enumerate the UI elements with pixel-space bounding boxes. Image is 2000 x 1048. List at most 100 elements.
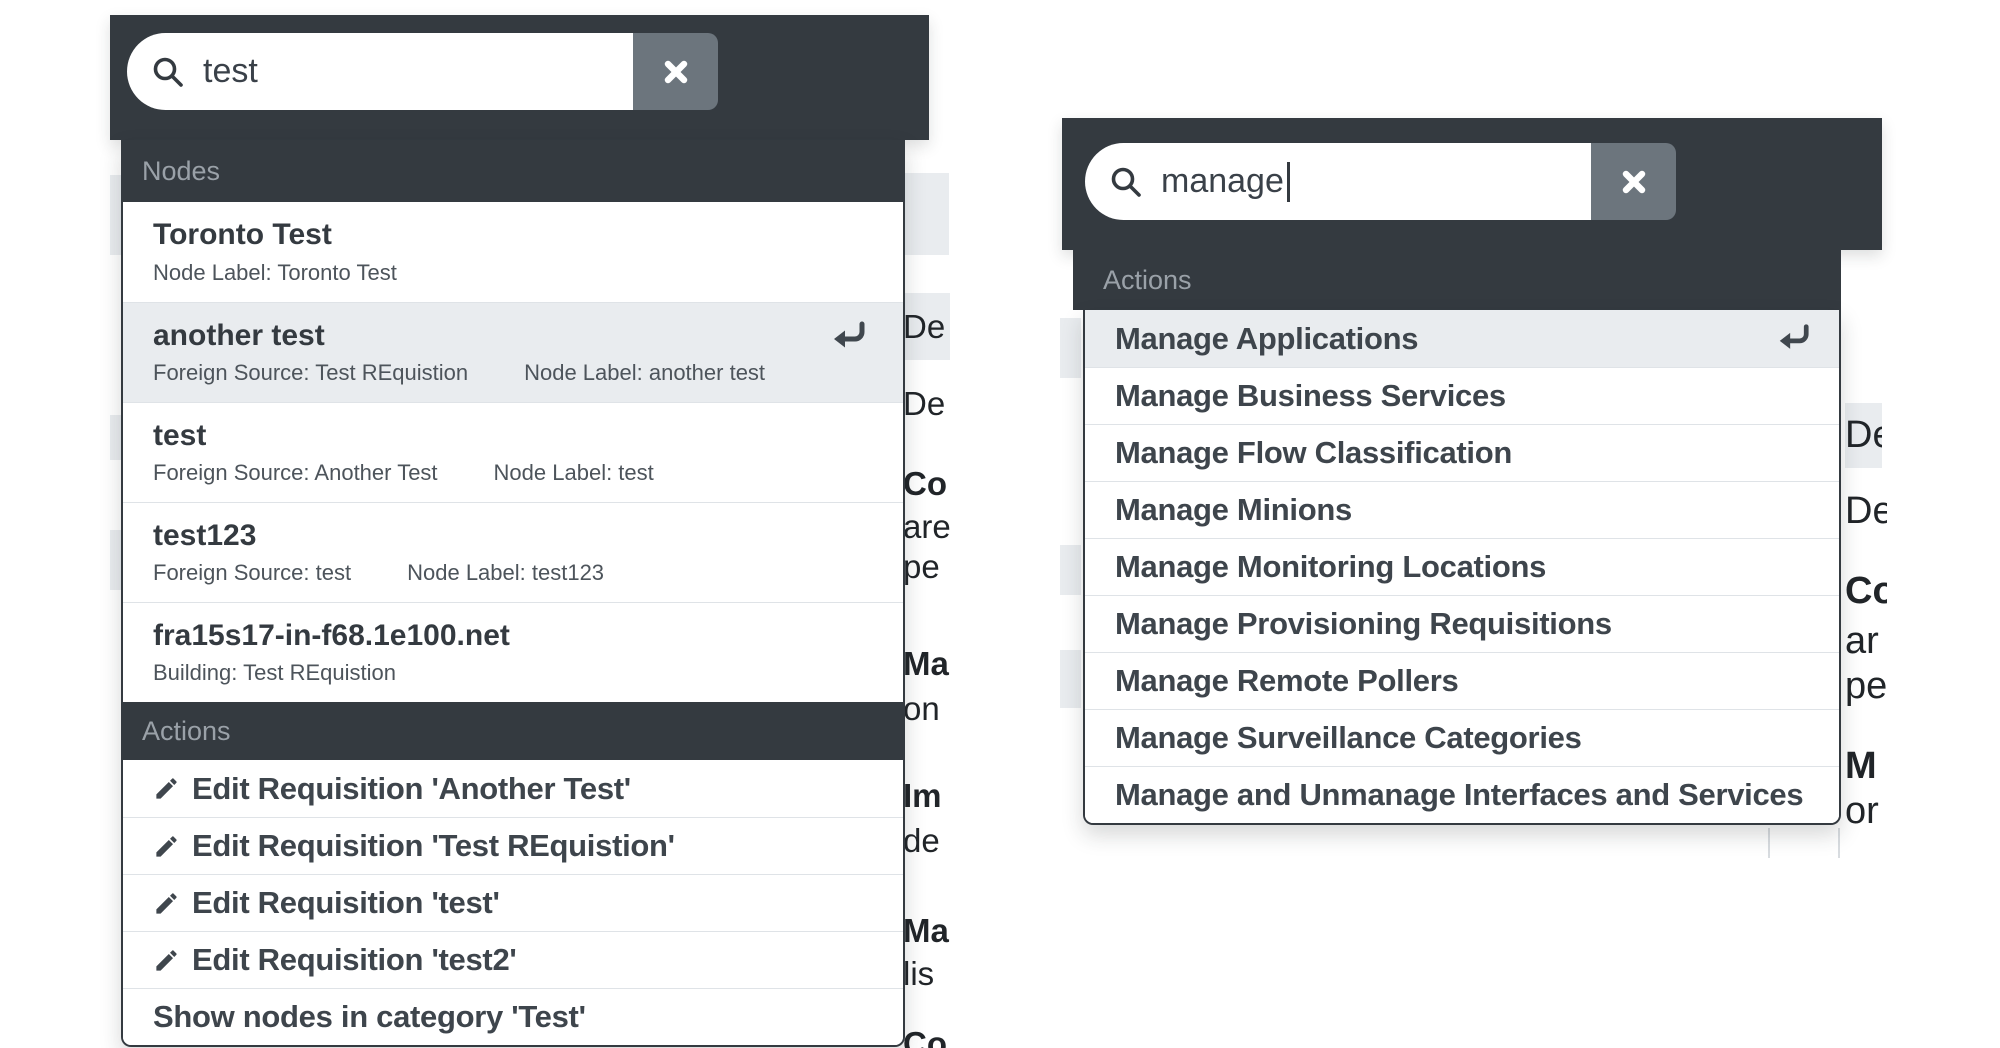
clipped-background-text: M <box>1845 745 1887 789</box>
action-label: Manage Remote Pollers <box>1115 663 1458 699</box>
search-overlays-screenshot: DeDeCoarepeMaonImdeMalisCo DeDeCoarpeMor… <box>0 0 2000 1048</box>
action-result-row[interactable]: Manage and Unmanage Interfaces and Servi… <box>1085 766 1839 823</box>
clipped-background-text: Co <box>903 465 950 503</box>
background-row-sliver <box>903 173 949 255</box>
node-detail: Building: Test REquistion <box>153 660 396 686</box>
clipped-background-text: Ma <box>903 645 950 683</box>
clipped-background-text: Co <box>1845 570 1887 614</box>
left-search-header: test <box>110 15 929 140</box>
node-detail: Node Label: test123 <box>407 560 604 586</box>
clipped-background-text: Ma <box>903 912 950 950</box>
action-result-row[interactable]: Edit Requisition 'Test REquistion' <box>123 817 903 874</box>
right-search-results-dropdown: Manage Applications Manage Business Serv… <box>1083 310 1841 825</box>
actions-section-label: Actions <box>1103 265 1192 296</box>
x-cross-icon <box>661 57 691 87</box>
actions-section-header: Actions <box>122 702 904 760</box>
text-cursor <box>1287 162 1290 202</box>
action-results-list: Manage Applications Manage Business Serv… <box>1085 310 1839 823</box>
background-row-sliver <box>1060 545 1081 595</box>
action-label: Manage and Unmanage Interfaces and Servi… <box>1115 777 1803 813</box>
right-search-box: manage <box>1085 143 1676 220</box>
node-title: test <box>153 419 873 454</box>
action-label: Manage Provisioning Requisitions <box>1115 606 1612 642</box>
action-label: Manage Minions <box>1115 492 1352 528</box>
clipped-background-text: are <box>903 508 950 546</box>
left-search-query: test <box>203 52 258 91</box>
nodes-section-label: Nodes <box>142 156 220 187</box>
clipped-background-text: ar <box>1845 620 1887 664</box>
action-result-row[interactable]: Manage Applications <box>1085 310 1839 367</box>
node-title: fra15s17-in-f68.1e100.net <box>153 619 873 654</box>
clipped-background-text: or <box>1845 790 1887 834</box>
action-label: Manage Monitoring Locations <box>1115 549 1546 585</box>
background-table-border <box>1768 828 1770 858</box>
node-result-row[interactable]: fra15s17-in-f68.1e100.net Building: Test… <box>123 602 903 702</box>
action-label: Edit Requisition 'Test REquistion' <box>192 828 675 864</box>
actions-section-label: Actions <box>142 716 231 747</box>
x-cross-icon <box>1619 167 1649 197</box>
actions-section-header: Actions <box>1073 250 1841 310</box>
right-search-query: manage <box>1161 162 1284 201</box>
action-result-row[interactable]: Show nodes in category 'Test' <box>123 988 903 1045</box>
clipped-background-text: pe <box>903 548 950 586</box>
edit-pencil-icon <box>153 890 180 917</box>
clipped-background-text: lis <box>903 955 950 993</box>
action-result-row[interactable]: Edit Requisition 'Another Test' <box>123 760 903 817</box>
action-result-row[interactable]: Edit Requisition 'test' <box>123 874 903 931</box>
action-label: Edit Requisition 'Another Test' <box>192 771 631 807</box>
action-results-list: Edit Requisition 'Another Test' Edit Req… <box>123 760 903 1045</box>
clipped-background-text: De <box>1845 403 1882 468</box>
action-label: Manage Business Services <box>1115 378 1506 414</box>
search-icon <box>151 55 185 89</box>
return-key-icon <box>1773 322 1813 361</box>
edit-pencil-icon <box>153 947 180 974</box>
node-detail: Foreign Source: Test REquistion <box>153 360 468 386</box>
clipped-background-text: Co <box>903 1025 950 1048</box>
node-details: Foreign Source: Another Test Node Label: … <box>153 460 873 486</box>
background-row-sliver <box>1060 318 1081 378</box>
action-result-row[interactable]: Manage Flow Classification <box>1085 424 1839 481</box>
node-result-row[interactable]: another test Foreign Source: Test REquis… <box>123 302 903 402</box>
search-icon <box>1109 165 1143 199</box>
clipped-background-text: pe <box>1845 665 1887 709</box>
node-result-row[interactable]: Toronto Test Node Label: Toronto Test <box>123 202 903 302</box>
node-results-list: Toronto Test Node Label: Toronto Test an… <box>123 202 903 702</box>
action-result-row[interactable]: Manage Provisioning Requisitions <box>1085 595 1839 652</box>
clipped-background-text: de <box>903 822 950 860</box>
action-label: Edit Requisition 'test2' <box>192 942 516 978</box>
clipped-background-text: De <box>1845 490 1887 534</box>
left-clear-search-button[interactable] <box>633 33 718 110</box>
node-detail: Node Label: test <box>494 460 654 486</box>
node-result-row[interactable]: test Foreign Source: Another Test Node La… <box>123 402 903 502</box>
action-label: Manage Flow Classification <box>1115 435 1512 471</box>
action-result-row[interactable]: Manage Monitoring Locations <box>1085 538 1839 595</box>
action-result-row[interactable]: Manage Remote Pollers <box>1085 652 1839 709</box>
edit-pencil-icon <box>153 833 180 860</box>
node-title: Toronto Test <box>153 218 873 253</box>
node-title: another test <box>153 319 873 354</box>
action-label: Manage Surveillance Categories <box>1115 720 1582 756</box>
right-clear-search-button[interactable] <box>1591 143 1676 220</box>
left-search-box: test <box>127 33 718 110</box>
left-search-input[interactable]: test <box>127 33 633 110</box>
clipped-background-text: on <box>903 690 950 728</box>
node-detail: Node Label: Toronto Test <box>153 260 397 286</box>
node-detail: Node Label: another test <box>524 360 765 386</box>
clipped-background-text: De <box>903 293 950 360</box>
action-label: Edit Requisition 'test' <box>192 885 500 921</box>
node-details: Foreign Source: testNode Label: test123 <box>153 560 873 586</box>
node-details: Foreign Source: Test REquistion Node Labe… <box>153 360 873 386</box>
edit-pencil-icon <box>153 775 180 802</box>
node-details: Building: Test REquistion <box>153 660 873 686</box>
nodes-section-header: Nodes <box>122 140 904 202</box>
action-label: Manage Applications <box>1115 321 1418 357</box>
action-result-row[interactable]: Manage Minions <box>1085 481 1839 538</box>
node-title: test123 <box>153 519 873 554</box>
node-detail: Foreign Source: Another Test <box>153 460 438 486</box>
node-result-row[interactable]: test123 Foreign Source: testNode Label: … <box>123 502 903 602</box>
action-result-row[interactable]: Manage Business Services <box>1085 367 1839 424</box>
action-result-row[interactable]: Edit Requisition 'test2' <box>123 931 903 988</box>
right-search-input[interactable]: manage <box>1085 143 1591 220</box>
action-label: Show nodes in category 'Test' <box>153 999 586 1035</box>
action-result-row[interactable]: Manage Surveillance Categories <box>1085 709 1839 766</box>
